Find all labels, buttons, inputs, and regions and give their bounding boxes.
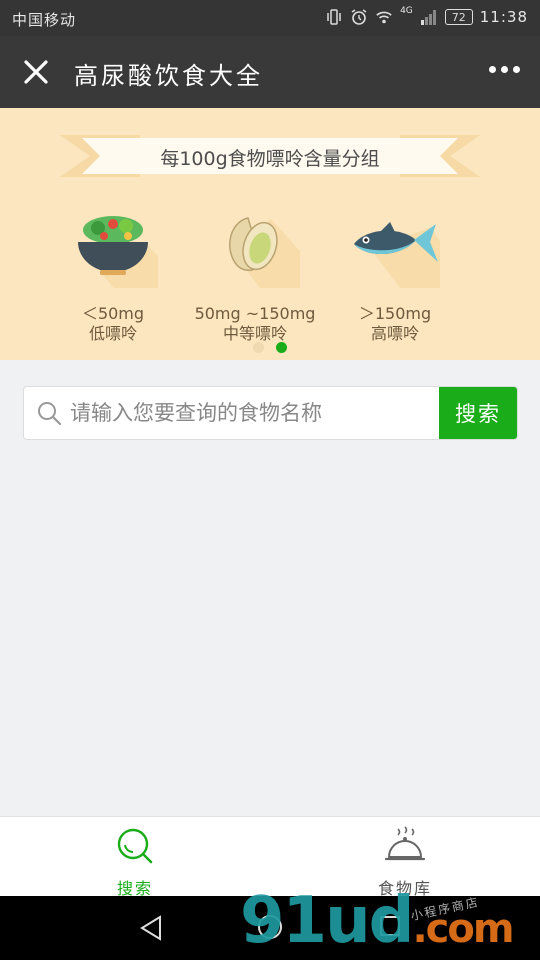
status-icons: 4G 72 11:38 bbox=[325, 6, 528, 26]
category-low: ＜50mg 低嘌呤 bbox=[43, 208, 228, 344]
fish-icon bbox=[354, 222, 510, 328]
signal-icon bbox=[420, 8, 438, 26]
category-level: 高嘌呤 bbox=[370, 324, 419, 343]
category-range: ＜50mg bbox=[81, 304, 145, 323]
alarm-icon bbox=[350, 8, 368, 26]
search-bar: 搜索 bbox=[23, 386, 518, 440]
category-range: 50mg ~150mg bbox=[194, 304, 316, 323]
close-icon[interactable] bbox=[18, 54, 54, 90]
network-type-label: 4G bbox=[400, 6, 413, 16]
carousel-indicator bbox=[0, 342, 540, 353]
more-options-icon[interactable] bbox=[489, 66, 520, 73]
search-icon bbox=[38, 402, 62, 426]
carousel-dot[interactable] bbox=[253, 342, 264, 353]
category-high: ＞150mg 高嘌呤 bbox=[325, 208, 510, 344]
pistachio-icon bbox=[229, 217, 370, 328]
category-range: ＞150mg bbox=[358, 304, 432, 323]
category-medium: 50mg ~150mg 中等嘌呤 bbox=[185, 208, 370, 344]
carousel-dot-active[interactable] bbox=[276, 342, 287, 353]
category-level: 中等嘌呤 bbox=[222, 324, 287, 343]
salad-bowl-icon bbox=[78, 216, 228, 328]
page-title: 高尿酸饮食大全 bbox=[74, 62, 263, 90]
search-icon bbox=[117, 828, 153, 864]
status-bar: 中国移动 4G 72 11:38 bbox=[0, 0, 540, 36]
category-level: 低嘌呤 bbox=[88, 324, 137, 343]
food-cloche-icon bbox=[384, 826, 426, 861]
battery-indicator: 72 bbox=[444, 9, 473, 25]
back-icon[interactable] bbox=[138, 914, 164, 942]
watermark-main: 91ud bbox=[240, 884, 414, 958]
purine-banner[interactable]: 每100g食物嘌呤含量分组 ＜50mg 低嘌呤 50mg ~150mg 中等嘌呤 bbox=[0, 108, 540, 360]
navigation-bar: 高尿酸饮食大全 bbox=[0, 36, 540, 108]
tab-search[interactable]: 搜索 bbox=[65, 825, 205, 899]
clock: 11:38 bbox=[479, 8, 528, 26]
search-input[interactable] bbox=[68, 395, 432, 431]
banner-heading: 每100g食物嘌呤含量分组 bbox=[160, 148, 380, 170]
vibrate-icon bbox=[325, 8, 343, 26]
search-button[interactable]: 搜索 bbox=[439, 387, 517, 439]
wifi-icon bbox=[375, 8, 393, 26]
carrier-name: 中国移动 bbox=[12, 11, 77, 29]
